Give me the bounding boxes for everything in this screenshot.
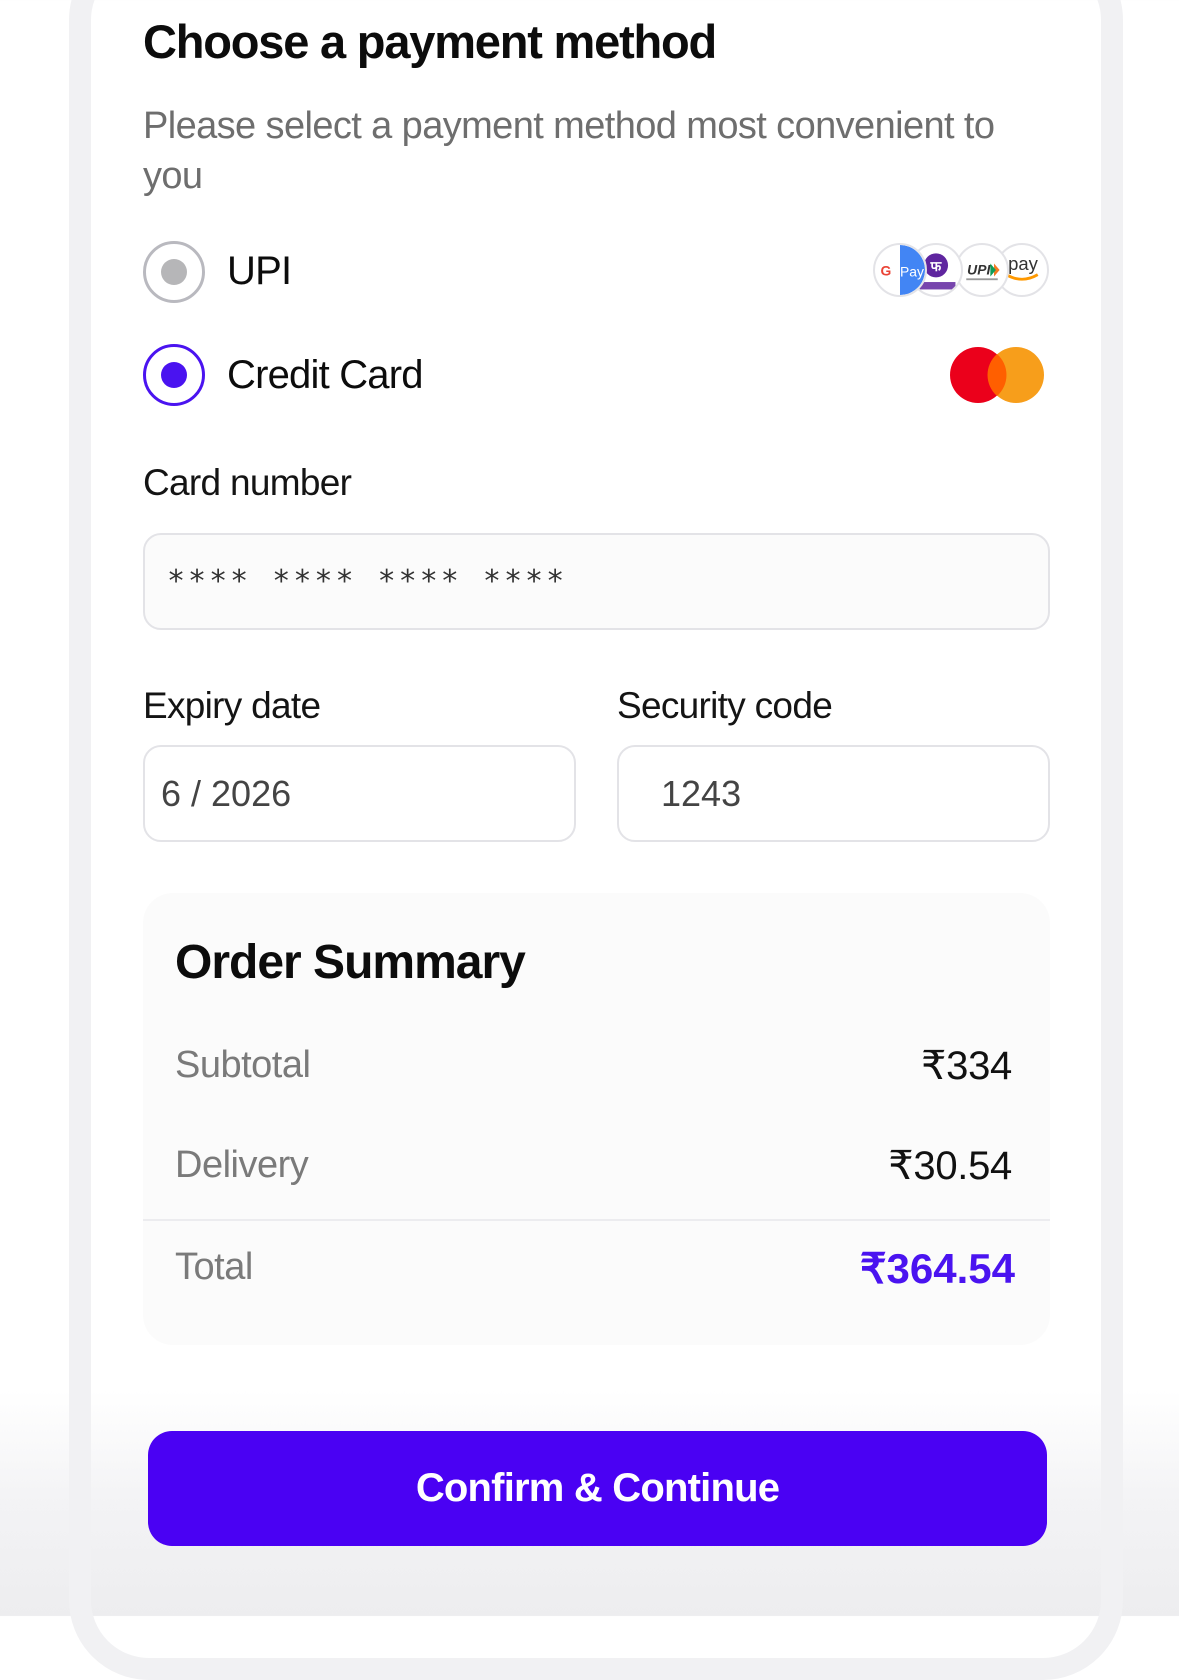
subtotal-label: Subtotal: [175, 1044, 311, 1086]
delivery-label: Delivery: [175, 1144, 309, 1186]
amazon-pay-text: pay: [1008, 253, 1039, 274]
svg-text:फ: फ: [929, 259, 942, 275]
upi-icon: UPI: [955, 243, 1009, 297]
total-value: ₹364.54: [859, 1245, 1015, 1292]
page-subtitle: Please select a payment method most conv…: [143, 105, 995, 197]
expiry-date-input[interactable]: 6 / 2026: [143, 745, 576, 842]
upi-radio-dot: [161, 259, 187, 285]
gpay-text: Pay: [900, 263, 924, 279]
upi-app-logos: G Pay फ UPI pay: [873, 243, 1053, 301]
card-number-label: Card number: [143, 462, 352, 503]
upi-radio[interactable]: [143, 241, 205, 303]
credit-card-radio-dot: [161, 362, 187, 388]
delivery-value: ₹30.54: [888, 1144, 1012, 1188]
google-pay-icon: G Pay: [873, 243, 927, 297]
svg-text:G: G: [881, 263, 892, 279]
total-label: Total: [175, 1246, 253, 1288]
page-title: Choose a payment method: [143, 15, 717, 68]
upi-option-label[interactable]: UPI: [227, 249, 292, 294]
summary-divider: [143, 1219, 1050, 1221]
upi-logo-text: UPI: [967, 262, 991, 278]
security-code-label: Security code: [617, 685, 833, 726]
credit-card-radio[interactable]: [143, 344, 205, 406]
credit-card-option-label[interactable]: Credit Card: [227, 353, 424, 398]
card-number-input[interactable]: **** **** **** ****: [143, 533, 1050, 630]
expiry-date-label: Expiry date: [143, 685, 321, 726]
subtotal-value: ₹334: [921, 1044, 1012, 1088]
mastercard-icon: [950, 346, 1045, 404]
order-summary-title: Order Summary: [175, 936, 526, 989]
security-code-input[interactable]: 1243: [617, 745, 1050, 842]
confirm-continue-button[interactable]: Confirm & Continue: [148, 1431, 1047, 1546]
